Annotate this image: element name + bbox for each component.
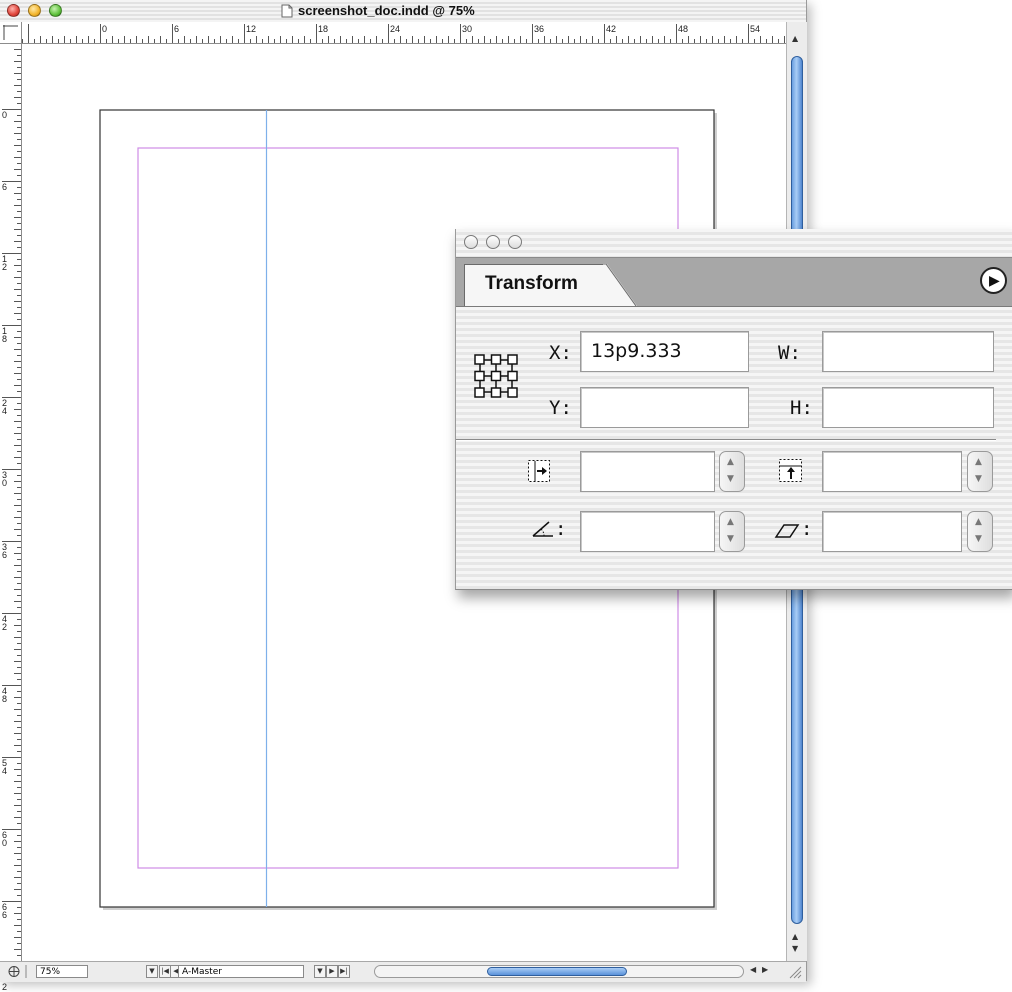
- minimize-window-button[interactable]: [28, 4, 41, 17]
- ruler-label: 54: [2, 758, 8, 776]
- ruler-label: 12: [246, 24, 257, 34]
- ruler-label: 6: [2, 182, 8, 192]
- palette-zoom-button[interactable]: [508, 235, 522, 249]
- shear-angle-icon: [774, 524, 800, 538]
- stepper-up-arrow-icon[interactable]: ▲: [975, 457, 982, 467]
- ruler-label: 18: [2, 326, 8, 344]
- vertical-ruler-ticks: [2, 43, 21, 956]
- palette-close-button[interactable]: [464, 235, 478, 249]
- status-bar: 75% ▼ |◀ ◀ A-Master ▼ ▶ ▶| ◀ ▶: [0, 961, 806, 982]
- ruler-label: 6: [174, 24, 180, 34]
- scroll-right-arrow-icon[interactable]: ▶: [762, 965, 768, 974]
- ruler-label: 36: [2, 542, 8, 560]
- horizontal-scroll-thumb[interactable]: [487, 967, 627, 976]
- stepper-down-arrow-icon[interactable]: ▼: [727, 474, 734, 484]
- ruler-label: 36: [534, 24, 545, 34]
- vertical-ruler[interactable]: 061218243036424854606672: [0, 43, 22, 992]
- rotation-angle-input[interactable]: [580, 511, 715, 552]
- scroll-up-arrow-icon[interactable]: ▲: [792, 932, 798, 941]
- width-input[interactable]: [822, 331, 994, 372]
- scroll-left-arrow-icon[interactable]: ◀: [750, 965, 756, 974]
- zoom-window-button[interactable]: [49, 4, 62, 17]
- shear-angle-stepper[interactable]: ▲ ▼: [967, 511, 993, 552]
- document-icon: [281, 4, 293, 18]
- horizontal-ruler[interactable]: 0 6 12 18 24 30 36 42 48 54: [0, 22, 786, 44]
- ruler-label: 0: [102, 24, 108, 34]
- page-menu-arrow-icon[interactable]: ▼: [314, 965, 326, 978]
- horizontal-scrollbar[interactable]: [374, 965, 744, 978]
- zoom-menu-arrow-icon[interactable]: ▼: [146, 965, 158, 978]
- ruler-label: 48: [2, 686, 8, 704]
- scroll-up-top-icon[interactable]: ▲: [792, 34, 798, 43]
- next-page-icon[interactable]: ▶: [326, 965, 338, 978]
- tab-transform-label: Transform: [485, 273, 578, 294]
- stepper-up-arrow-icon[interactable]: ▲: [727, 457, 734, 467]
- zoom-level-field[interactable]: 75%: [36, 965, 88, 978]
- tab-slant-edge: [603, 264, 637, 306]
- page-selector-field[interactable]: A-Master: [178, 965, 304, 978]
- scale-y-input[interactable]: [822, 451, 962, 492]
- ruler-origin-icon: [3, 25, 18, 40]
- rotation-label: :: [555, 518, 567, 540]
- ruler-label: 60: [2, 830, 8, 848]
- stepper-down-arrow-icon[interactable]: ▼: [727, 534, 734, 544]
- shear-label: :: [801, 518, 813, 540]
- ruler-label: 18: [318, 24, 329, 34]
- window-title-bar[interactable]: screenshot_doc.indd @ 75%: [0, 0, 806, 23]
- transform-palette: Transform ▶ X: 13p9.333 W: Y: H: ▲ ▼ ▲ ▼…: [455, 229, 1012, 590]
- ruler-label: 66: [2, 902, 8, 920]
- height-input[interactable]: [822, 387, 994, 428]
- resize-grip-icon[interactable]: [786, 965, 802, 979]
- h-label: H:: [790, 397, 813, 419]
- y-position-input[interactable]: [580, 387, 749, 428]
- ruler-label: 48: [678, 24, 689, 34]
- palette-tab-strip: Transform ▶: [456, 257, 1012, 307]
- palette-minimize-button[interactable]: [486, 235, 500, 249]
- reference-point-icon[interactable]: [473, 353, 519, 399]
- ruler-label: 54: [750, 24, 761, 34]
- ruler-label: 24: [2, 398, 8, 416]
- y-label: Y:: [549, 397, 572, 419]
- ruler-label: 30: [2, 470, 8, 488]
- rotation-angle-stepper[interactable]: ▲ ▼: [719, 511, 745, 552]
- palette-menu-button[interactable]: ▶: [980, 267, 1007, 294]
- shear-angle-input[interactable]: [822, 511, 962, 552]
- palette-title-bar[interactable]: [456, 229, 1012, 256]
- page-preview-icon[interactable]: [6, 964, 32, 979]
- ruler-label: 42: [2, 614, 8, 632]
- scale-x-icon: [528, 460, 550, 482]
- tab-transform[interactable]: Transform: [464, 264, 604, 306]
- palette-menu-arrow-icon: ▶: [989, 273, 1000, 289]
- x-label: X:: [549, 342, 572, 364]
- window-title: screenshot_doc.indd @ 75%: [298, 3, 475, 18]
- w-label: W:: [778, 342, 801, 364]
- ruler-origin-corner[interactable]: [0, 22, 22, 44]
- ruler-label: 42: [606, 24, 617, 34]
- stepper-down-arrow-icon[interactable]: ▼: [975, 534, 982, 544]
- scale-x-input[interactable]: [580, 451, 715, 492]
- x-position-input[interactable]: 13p9.333: [580, 331, 749, 372]
- ruler-label: 0: [2, 110, 8, 120]
- scale-x-stepper[interactable]: ▲ ▼: [719, 451, 745, 492]
- palette-divider: [456, 439, 996, 441]
- last-page-icon[interactable]: ▶|: [338, 965, 350, 978]
- ruler-label: 30: [462, 24, 473, 34]
- close-window-button[interactable]: [7, 4, 20, 17]
- scale-y-stepper[interactable]: ▲ ▼: [967, 451, 993, 492]
- scale-y-icon: [779, 459, 802, 482]
- x-position-value: 13p9.333: [591, 340, 682, 362]
- scroll-down-arrow-icon[interactable]: ▼: [792, 944, 798, 953]
- stepper-up-arrow-icon[interactable]: ▲: [975, 517, 982, 527]
- stepper-up-arrow-icon[interactable]: ▲: [727, 517, 734, 527]
- ruler-label: 24: [390, 24, 401, 34]
- ruler-label: 12: [2, 254, 8, 272]
- rotation-angle-icon: [532, 521, 553, 537]
- stepper-down-arrow-icon[interactable]: ▼: [975, 474, 982, 484]
